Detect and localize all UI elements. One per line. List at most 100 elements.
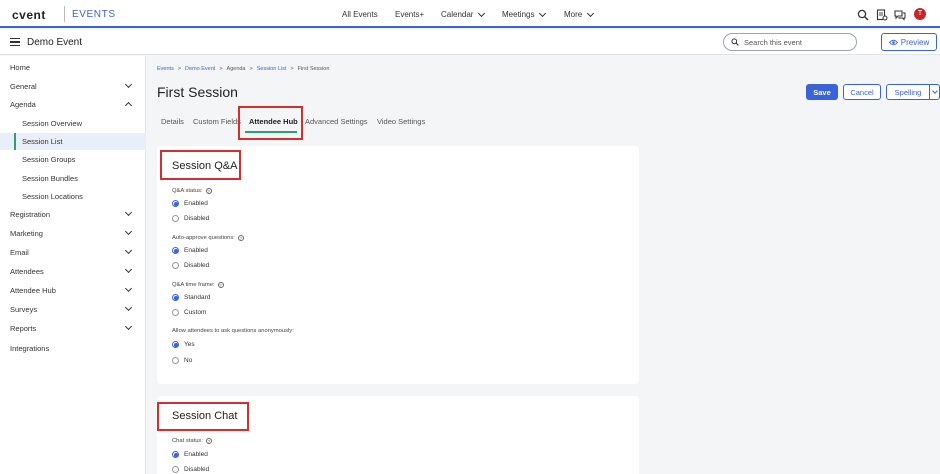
qa-status-disabled[interactable]: Disabled <box>172 215 209 222</box>
menu-icon[interactable] <box>10 38 20 46</box>
radio-label: Enabled <box>184 451 208 458</box>
chat-status-disabled[interactable]: Disabled <box>172 466 209 473</box>
radio-unselected[interactable] <box>172 466 179 473</box>
anonymous-yes[interactable]: Yes <box>172 341 195 348</box>
chevron-down-icon <box>124 265 133 274</box>
radio-selected[interactable] <box>172 200 179 207</box>
time-frame-label: Q&A time frame:? <box>172 282 224 288</box>
radio-label: Disabled <box>184 215 210 222</box>
nav-calendar[interactable]: Calendar <box>441 9 486 19</box>
help-icon[interactable]: ? <box>205 438 212 444</box>
auto-approve-enabled[interactable]: Enabled <box>172 247 208 254</box>
nav-meetings-label: Meetings <box>502 10 535 19</box>
qa-status-label-text: Q&A status: <box>172 188 203 194</box>
nav-events-plus-label: Events+ <box>395 10 425 19</box>
sidebar-item-label: Session Bundles <box>22 174 78 183</box>
help-icon[interactable]: ? <box>217 282 224 288</box>
save-button[interactable]: Save <box>806 84 838 100</box>
cvent-logo[interactable]: cvent <box>12 8 46 22</box>
sidebar-item-label: Marketing <box>10 229 43 238</box>
time-frame-standard[interactable]: Standard <box>172 294 210 301</box>
breadcrumb-demo-event[interactable]: Demo Event <box>185 66 215 72</box>
breadcrumb-separator: > <box>249 66 253 72</box>
radio-unselected[interactable] <box>172 357 179 364</box>
chevron-down-icon <box>124 322 133 331</box>
sidebar-item-email[interactable]: Email <box>0 244 146 261</box>
sidebar-item-session-groups[interactable]: Session Groups <box>0 151 146 168</box>
auto-approve-label-text: Auto-approve questions: <box>172 235 235 241</box>
radio-unselected[interactable] <box>172 309 179 316</box>
sidebar-item-home[interactable]: Home <box>0 59 146 76</box>
chat-status-label: Chat status:? <box>172 438 212 444</box>
radio-label: Enabled <box>184 200 208 207</box>
report-icon[interactable] <box>876 9 888 21</box>
radio-selected[interactable] <box>172 247 179 254</box>
help-icon[interactable]: ? <box>205 188 212 194</box>
tab-advanced-settings[interactable]: Advanced Settings <box>305 117 368 126</box>
auto-approve-disabled[interactable]: Disabled <box>172 262 209 269</box>
nav-more-label: More <box>564 10 583 19</box>
sidebar-item-label: Session Locations <box>22 192 83 201</box>
highlight-box-session-qa <box>160 150 241 180</box>
event-search[interactable] <box>723 33 857 51</box>
sidebar-item-label: Home <box>10 63 31 72</box>
sidebar-item-session-bundles[interactable]: Session Bundles <box>0 170 146 187</box>
anonymous-label: Allow attendees to ask questions anonymo… <box>172 328 294 334</box>
time-frame-custom[interactable]: Custom <box>172 309 206 316</box>
radio-label: Custom <box>184 309 207 316</box>
sidebar-item-integrations[interactable]: Integrations <box>0 340 146 357</box>
breadcrumb-events[interactable]: Events <box>157 66 174 72</box>
nav-calendar-label: Calendar <box>441 10 474 19</box>
radio-selected[interactable] <box>172 451 179 458</box>
radio-selected[interactable] <box>172 294 179 301</box>
search-icon[interactable] <box>857 9 869 21</box>
sidebar-item-general[interactable]: General <box>0 78 146 95</box>
nav-meetings[interactable]: Meetings <box>502 9 547 19</box>
tab-custom-fields[interactable]: Custom Fields <box>193 117 241 126</box>
radio-unselected[interactable] <box>172 262 179 269</box>
auto-approve-label: Auto-approve questions:? <box>172 235 244 241</box>
event-name: Demo Event <box>27 37 83 48</box>
search-input[interactable] <box>744 36 852 48</box>
user-avatar[interactable]: T <box>914 8 926 20</box>
breadcrumb-separator: > <box>177 66 182 72</box>
chevron-down-icon <box>124 208 133 217</box>
sidebar-item-session-overview[interactable]: Session Overview <box>0 115 146 132</box>
sidebar-item-attendees[interactable]: Attendees <box>0 263 146 280</box>
radio-selected[interactable] <box>172 341 179 348</box>
radio-label: Disabled <box>184 466 210 473</box>
sidebar-item-session-list[interactable]: Session List <box>0 133 146 150</box>
sidebar-item-agenda[interactable]: Agenda <box>0 96 146 113</box>
radio-unselected[interactable] <box>172 215 179 222</box>
nav-more[interactable]: More <box>564 9 595 19</box>
breadcrumb-session-list[interactable]: Session List <box>257 66 287 72</box>
spelling-button[interactable]: Spelling <box>886 84 930 100</box>
nav-all-events-label: All Events <box>342 10 378 19</box>
nav-all-events[interactable]: All Events <box>342 10 378 19</box>
breadcrumb-current: First Session <box>297 66 330 72</box>
sidebar-item-marketing[interactable]: Marketing <box>0 225 146 242</box>
preview-button[interactable]: Preview <box>881 33 937 51</box>
product-name[interactable]: EVENTS <box>72 9 116 20</box>
chat-status-enabled[interactable]: Enabled <box>172 451 208 458</box>
anonymous-no[interactable]: No <box>172 357 192 364</box>
spelling-dropdown-button[interactable] <box>929 84 940 100</box>
cancel-button[interactable]: Cancel <box>843 84 881 100</box>
sidebar-item-registration[interactable]: Registration <box>0 206 146 223</box>
sidebar-item-label: Agenda <box>10 100 36 109</box>
sidebar-item-label: Surveys <box>10 305 38 314</box>
sidebar-item-session-locations[interactable]: Session Locations <box>0 188 146 205</box>
chat-icon[interactable] <box>894 9 906 21</box>
nav-events-plus[interactable]: Events+ <box>395 10 424 19</box>
tab-details[interactable]: Details <box>161 117 184 126</box>
radio-label: Standard <box>184 294 211 301</box>
chat-status-label-text: Chat status: <box>172 438 203 444</box>
sidebar-item-label: Registration <box>10 210 51 219</box>
sidebar-item-surveys[interactable]: Surveys <box>0 301 146 318</box>
sidebar-item-reports[interactable]: Reports <box>0 320 146 337</box>
qa-status-enabled[interactable]: Enabled <box>172 200 208 207</box>
sidebar-item-attendee-hub[interactable]: Attendee Hub <box>0 282 146 299</box>
tab-video-settings[interactable]: Video Settings <box>377 117 425 126</box>
chevron-down-icon <box>124 246 133 255</box>
help-icon[interactable]: ? <box>237 235 244 241</box>
